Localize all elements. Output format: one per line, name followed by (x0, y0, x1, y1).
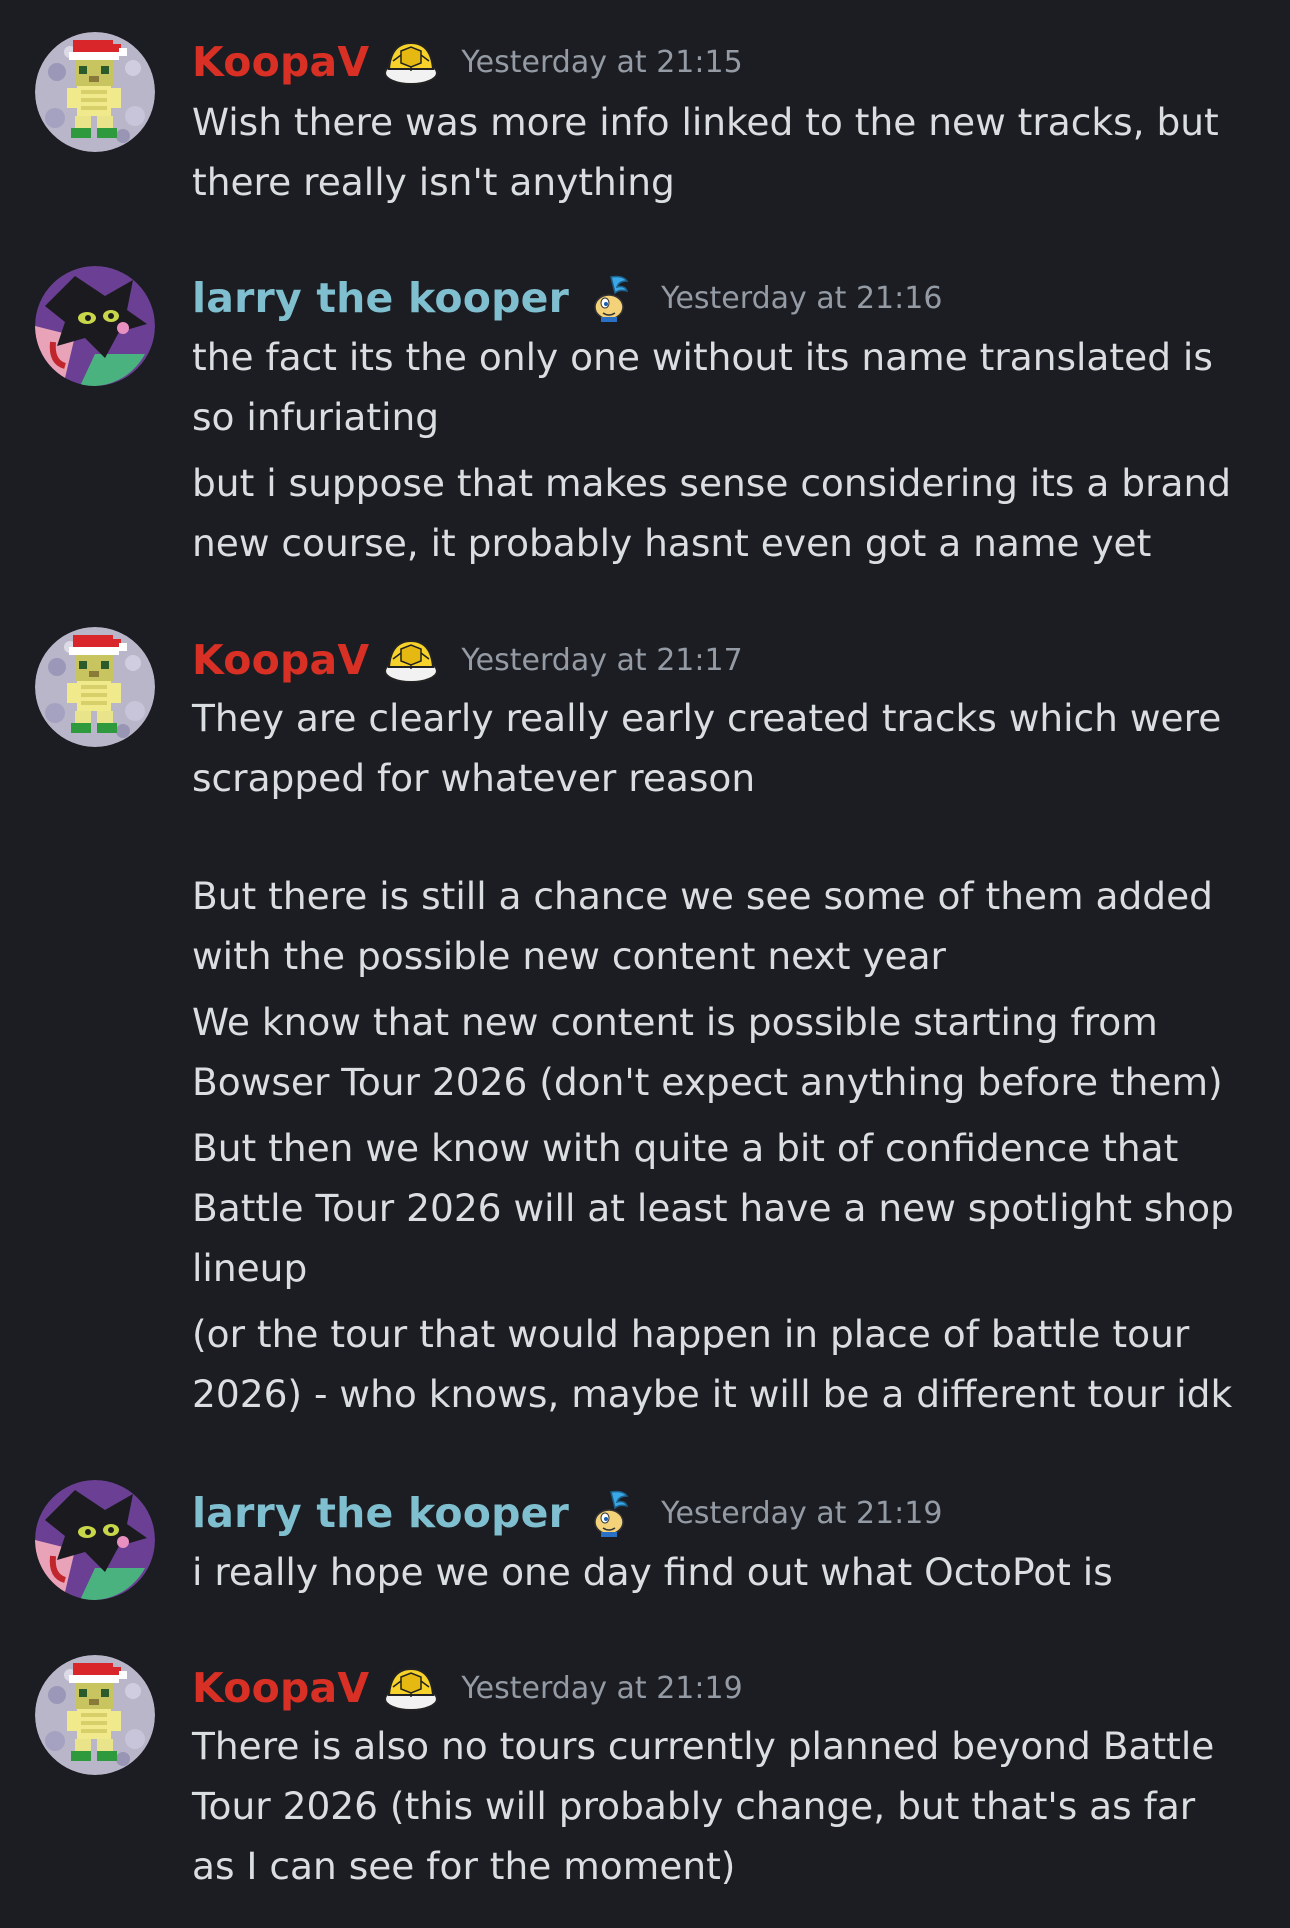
message-text-line: They are clearly really early created tr… (192, 696, 1222, 740)
user-avatar[interactable] (35, 1480, 155, 1600)
message-text-line: Battle Tour 2026 will at least have a ne… (192, 1186, 1234, 1230)
message-text-line: There is also no tours currently planned… (192, 1724, 1215, 1768)
pixel-koopa-santa-hat-avatar-icon (35, 32, 155, 152)
username[interactable]: KoopaV (192, 636, 369, 684)
message-content: There is also no tours currently planned… (192, 1716, 1272, 1896)
message-header: KoopaV Yesterday at 21:19 (192, 1660, 743, 1716)
message-text-line: 2026) - who knows, maybe it will be a di… (192, 1372, 1233, 1416)
message-text-line: We know that new content is possible sta… (192, 1000, 1158, 1044)
message-text-line: (or the tour that would happen in place … (192, 1312, 1190, 1356)
message-timestamp[interactable]: Yesterday at 21:17 (461, 643, 742, 678)
message-text-line: Bowser Tour 2026 (don't expect anything … (192, 1060, 1223, 1104)
username[interactable]: larry the kooper (192, 1489, 569, 1537)
user-avatar[interactable] (35, 266, 155, 386)
message-text-line: but i suppose that makes sense consideri… (192, 461, 1232, 505)
message-text-line: scrapped for whatever reason (192, 756, 756, 800)
yellow-koopa-shell-icon[interactable] (383, 37, 439, 87)
pixel-koopa-santa-hat-avatar-icon (35, 1655, 155, 1775)
message-text-line: Wish there was more info linked to the n… (192, 100, 1219, 144)
username[interactable]: KoopaV (192, 38, 369, 86)
dark-cat-creature-avatar-icon (35, 266, 155, 386)
message-timestamp[interactable]: Yesterday at 21:15 (461, 45, 742, 80)
message-header: KoopaV Yesterday at 21:15 (192, 34, 743, 90)
message-text-line: Tour 2026 (this will probably change, bu… (192, 1784, 1196, 1828)
message-timestamp[interactable]: Yesterday at 21:19 (461, 1671, 742, 1706)
larry-koopa-icon[interactable] (583, 273, 639, 323)
yellow-koopa-shell-icon[interactable] (383, 635, 439, 685)
yellow-koopa-shell-icon[interactable] (383, 1663, 439, 1713)
pixel-koopa-santa-hat-avatar-icon (35, 627, 155, 747)
message-timestamp[interactable]: Yesterday at 21:16 (661, 281, 942, 316)
message-text-line: lineup (192, 1246, 308, 1290)
username[interactable]: larry the kooper (192, 274, 569, 322)
message-text-line: with the possible new content next year (192, 934, 946, 978)
message-content: They are clearly really early created tr… (192, 688, 1272, 1424)
message-text-line: there really isn't anything (192, 160, 675, 204)
chat-message-list: KoopaV Yesterday at 21:15 Wish there was… (0, 0, 1290, 1928)
user-avatar[interactable] (35, 32, 155, 152)
message-text-line: But there is still a chance we see some … (192, 874, 1213, 918)
dark-cat-creature-avatar-icon (35, 1480, 155, 1600)
message-content: the fact its the only one without its na… (192, 327, 1272, 573)
message-header: larry the kooper Yesterday at 21:16 (192, 270, 942, 326)
message-header: KoopaV Yesterday at 21:17 (192, 632, 743, 688)
username[interactable]: KoopaV (192, 1664, 369, 1712)
message-text-line: the fact its the only one without its na… (192, 335, 1213, 379)
message-content: i really hope we one day find out what O… (192, 1542, 1272, 1602)
message-timestamp[interactable]: Yesterday at 21:19 (661, 1496, 942, 1531)
user-avatar[interactable] (35, 627, 155, 747)
message-text-line: But then we know with quite a bit of con… (192, 1126, 1179, 1170)
message-text-line: as I can see for the moment) (192, 1844, 736, 1888)
user-avatar[interactable] (35, 1655, 155, 1775)
message-text-line: new course, it probably hasnt even got a… (192, 521, 1152, 565)
message-header: larry the kooper Yesterday at 21:19 (192, 1485, 942, 1541)
message-text-line: so infuriating (192, 395, 440, 439)
larry-koopa-icon[interactable] (583, 1488, 639, 1538)
message-text-line: i really hope we one day find out what O… (192, 1550, 1113, 1594)
message-content: Wish there was more info linked to the n… (192, 92, 1272, 212)
